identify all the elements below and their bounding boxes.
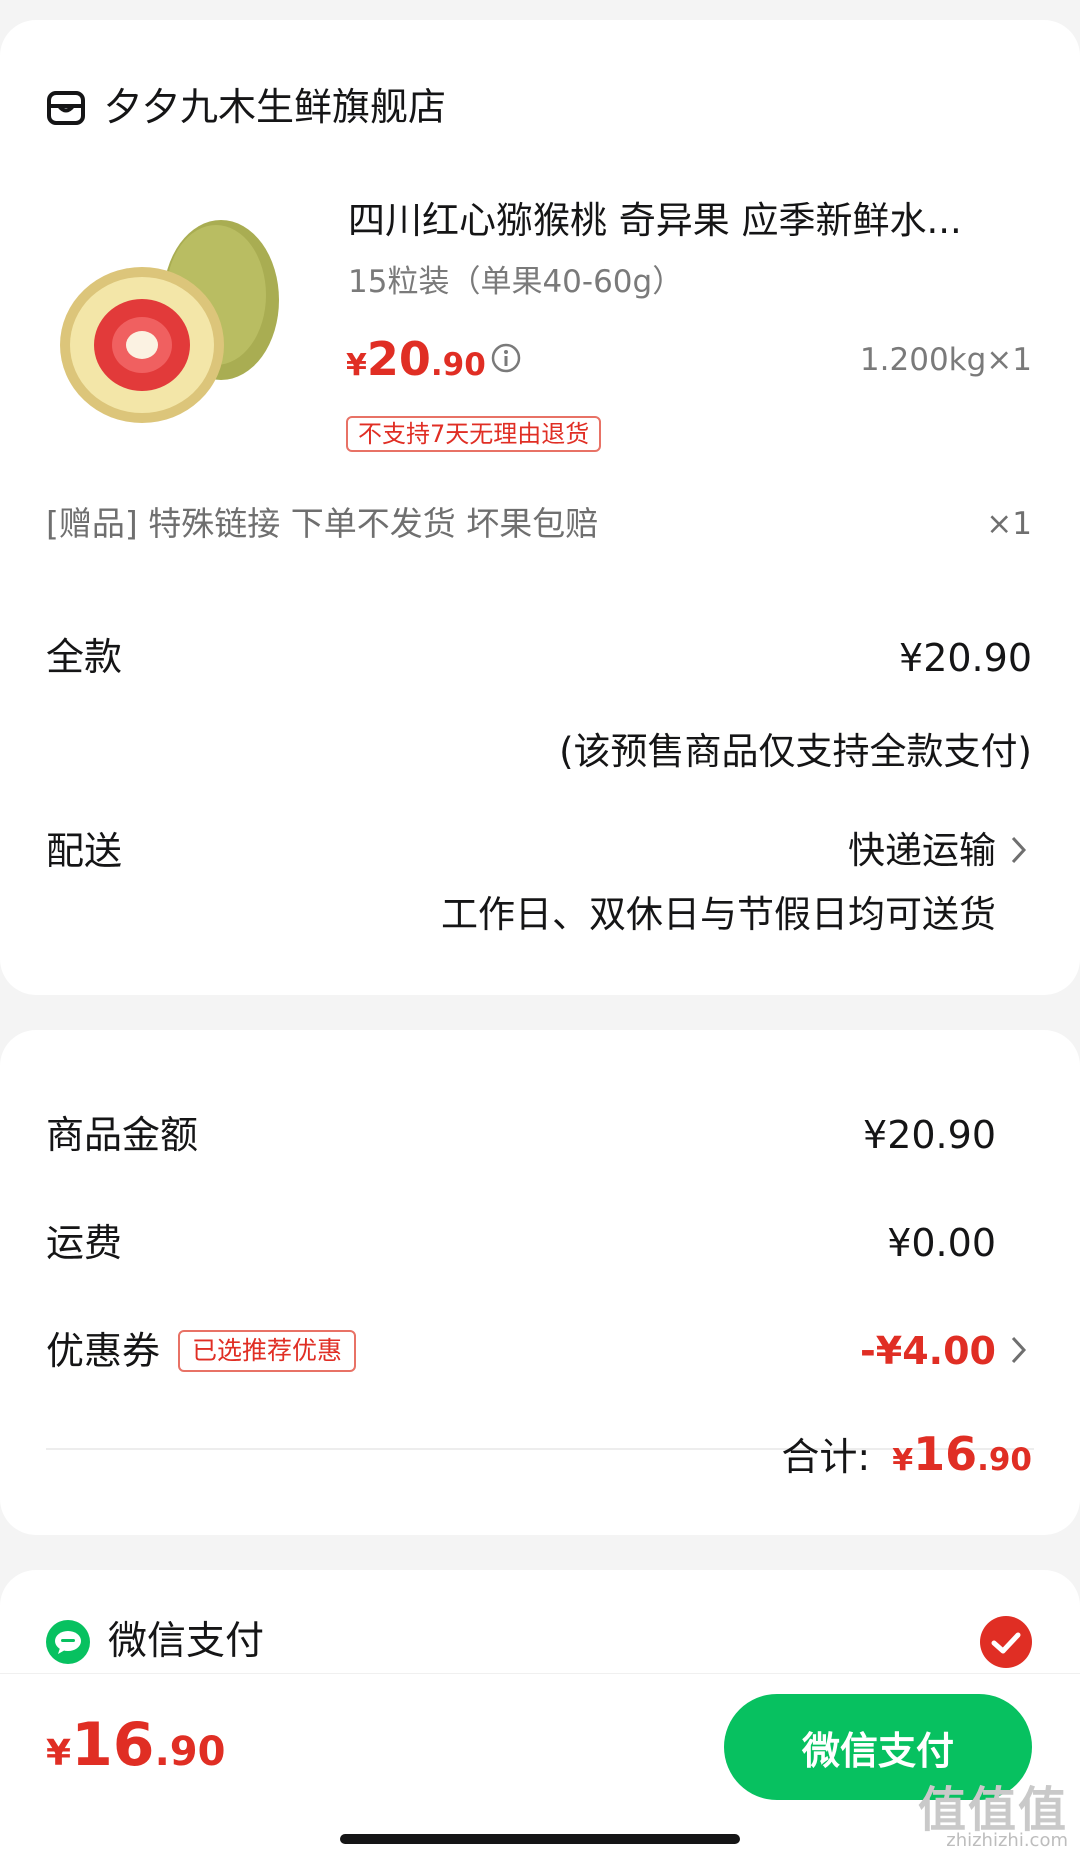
total-integer: 16 [913,1427,978,1481]
price-decimal: .90 [430,347,486,383]
chevron-right-icon[interactable] [1008,1332,1030,1368]
coupon-discount-value[interactable]: -¥4.00 [860,1324,996,1378]
payable-decimal: .90 [154,1729,226,1775]
price-summary-card: 商品金额 ¥20.90 运费 ¥0.00 优惠券 已选推荐优惠 -¥4.00 合… [0,1030,1080,1535]
no-return-badge: 不支持7天无理由退货 [346,416,602,452]
order-total: 合计: ¥ 16 .90 [781,1426,1032,1516]
delivery-method[interactable]: 快递运输 [848,824,996,878]
price-currency: ¥ [346,348,367,383]
checkmark-icon[interactable] [980,1616,1032,1668]
shipping-fee-label: 运费 [46,1221,123,1265]
coupon-label[interactable]: 优惠券 [46,1324,160,1378]
total-decimal: .90 [977,1442,1032,1478]
goods-amount-value: ¥20.90 [863,1113,996,1157]
price-integer: 20 [366,332,431,386]
delivery-label: 配送 [46,829,123,873]
product-title[interactable]: 四川红心猕猴桃 奇异果 应季新鲜水... [348,196,1038,246]
shipping-fee-value: ¥0.00 [887,1221,996,1265]
total-label: 合计: [781,1435,871,1479]
total-currency: ¥ [892,1443,914,1478]
chevron-right-icon[interactable] [1008,832,1030,868]
watermark-url: zhizhizhi.com [946,1830,1068,1851]
payable-integer: 16 [71,1710,155,1780]
wechat-pay-label: 微信支付 [108,1619,265,1664]
order-item-card: 夕夕九木生鲜旗舰店 四川红心猕猴桃 奇异果 应季新鲜水... 15粒装（单果40… [0,20,1080,995]
home-indicator[interactable] [340,1834,740,1844]
weight-quantity: 1.200kg×1 [859,342,1032,378]
checkout-bar: ¥ 16 .90 微信支付 值值值 zhizhizhi.com [0,1673,1080,1861]
product-spec: 15粒装（单果40-60g） [348,264,684,300]
delivery-note: 工作日、双休日与节假日均可送货 [441,893,996,936]
payable-amount: ¥ 16 .90 [46,1710,225,1780]
coupon-recommended-badge: 已选推荐优惠 [178,1330,357,1372]
store-name[interactable]: 夕夕九木生鲜旗舰店 [104,80,446,134]
info-icon[interactable] [490,342,522,374]
product-price: ¥ 20 .90 [346,332,486,388]
goods-amount-label: 商品金额 [46,1113,199,1157]
full-payment-label: 全款 [46,635,123,679]
gift-item-label: [赠品] 特殊链接 下单不发货 坏果包赔 [46,504,599,543]
payable-currency: ¥ [46,1733,72,1774]
presale-note: (该预售商品仅支持全款支付) [559,730,1032,773]
full-payment-value: ¥20.90 [899,636,1032,680]
store-icon [47,91,85,125]
gift-item-quantity: ×1 [986,506,1032,542]
product-image[interactable] [46,190,316,460]
wechat-icon [46,1620,90,1664]
